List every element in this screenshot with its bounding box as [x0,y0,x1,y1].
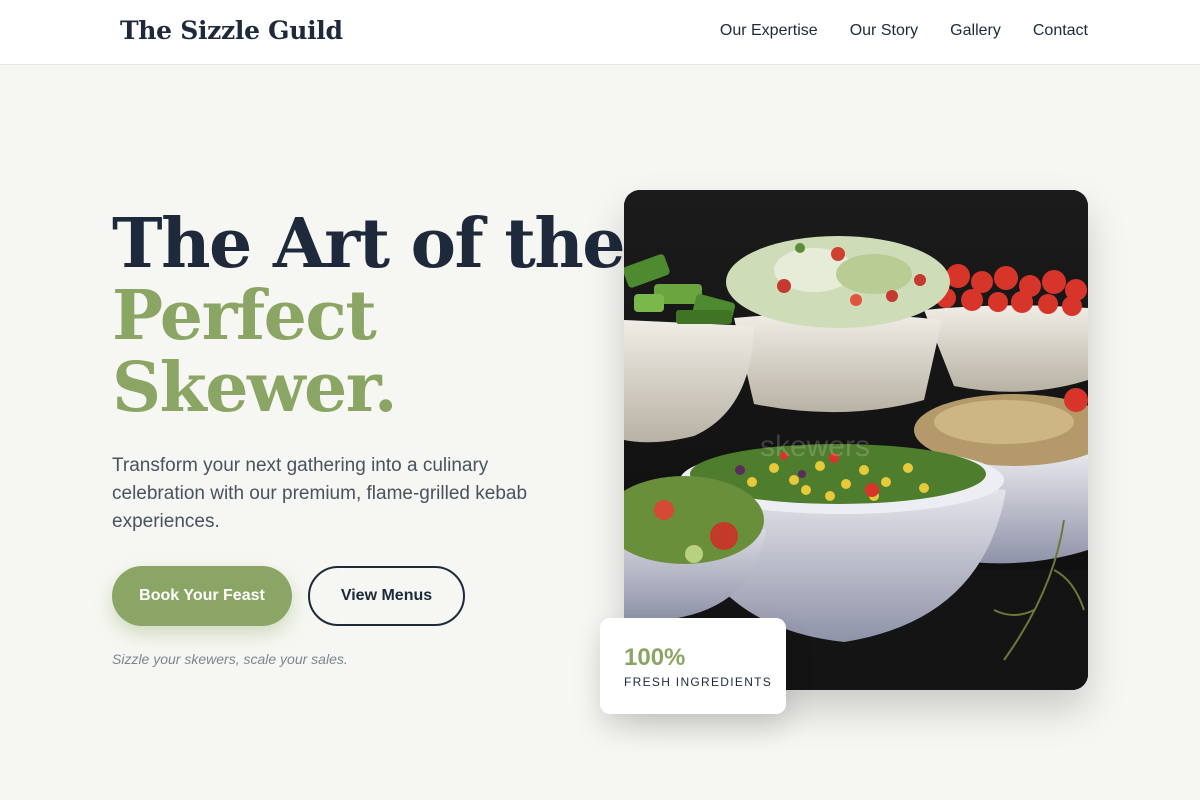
nav-link-our-expertise[interactable]: Our Expertise [720,22,818,40]
nav-link-gallery[interactable]: Gallery [950,22,1001,40]
hero-food-image: skewers [624,190,1088,690]
hero-subtitle: Transform your next gathering into a cul… [112,455,528,532]
hero-title: The Art of the Perfect Skewer. [112,204,626,428]
hero-title-line3: Skewer. [112,348,398,428]
nav-link-contact[interactable]: Contact [1033,22,1088,40]
hero-title-line2: Perfect [112,276,377,356]
view-menus-button[interactable]: View Menus [308,566,465,626]
main-nav: Our Expertise Our Story Gallery Contact [720,22,1088,40]
site-logo[interactable]: The Sizzle Guild [120,16,343,45]
stat-label: FRESH INGREDIENTS [624,675,773,689]
site-header: The Sizzle Guild Our Expertise Our Story… [0,0,1200,65]
book-your-feast-button[interactable]: Book Your Feast [112,566,292,626]
image-watermark: skewers [760,430,870,463]
nav-link-our-story[interactable]: Our Story [850,22,918,40]
fresh-ingredients-stat-card: 100% FRESH INGREDIENTS [600,618,786,714]
hero-tagline: Sizzle your skewers, scale your sales. [112,651,348,667]
stat-value: 100% [624,644,686,671]
hero-title-line1: The Art of the [112,204,626,284]
